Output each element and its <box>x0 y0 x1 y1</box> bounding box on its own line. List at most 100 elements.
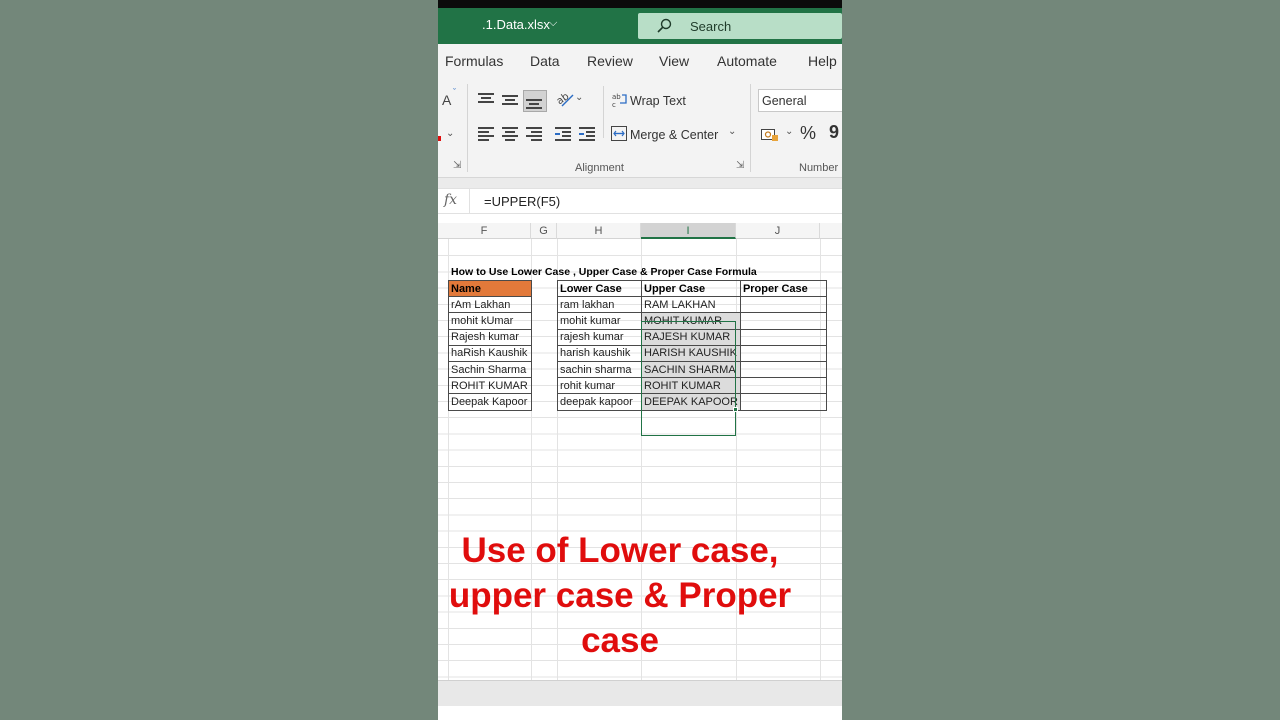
name-header-cell[interactable]: Name <box>448 279 532 298</box>
fill-handle[interactable] <box>733 407 738 412</box>
proper-case-header[interactable]: Proper Case <box>739 279 827 298</box>
fx-icon[interactable]: fx <box>444 192 457 208</box>
align-top-icon[interactable] <box>478 91 496 107</box>
caption-line: Use of Lower case, <box>461 531 779 570</box>
align-center-icon[interactable] <box>502 125 520 141</box>
search-placeholder: Search <box>690 19 732 34</box>
proper-case-cell[interactable] <box>739 393 827 411</box>
proper-case-cell[interactable] <box>739 360 827 379</box>
search-icon <box>657 18 672 33</box>
number-group-label: Number <box>799 162 839 174</box>
merge-center-icon[interactable] <box>611 126 627 141</box>
font-grow-icon[interactable]: A <box>442 92 451 108</box>
number-format-select[interactable]: General <box>758 89 842 112</box>
column-header-g[interactable]: G <box>531 223 557 239</box>
lower-case-header[interactable]: Lower Case <box>557 279 642 298</box>
upper-case-cell[interactable]: RAM LAKHAN <box>641 296 741 314</box>
divider <box>603 86 604 138</box>
merge-center-button[interactable]: Merge & Center <box>630 128 718 142</box>
column-header-j[interactable]: J <box>736 223 820 239</box>
chevron-down-icon[interactable]: ⌄ <box>785 126 793 137</box>
column-header-h[interactable]: H <box>557 223 641 239</box>
decrease-indent-icon[interactable] <box>555 125 573 141</box>
align-right-icon[interactable] <box>526 125 544 141</box>
dialog-launcher-icon[interactable]: ⇲ <box>736 160 744 171</box>
upper-case-cell[interactable]: HARISH KAUSHIK <box>641 344 741 362</box>
upper-case-header[interactable]: Upper Case <box>641 279 741 298</box>
svg-text:c: c <box>612 101 616 108</box>
tab-formulas[interactable]: Formulas <box>445 53 503 69</box>
bottom-margin <box>438 706 842 720</box>
tab-data[interactable]: Data <box>530 53 560 69</box>
column-header-i[interactable]: I <box>641 223 736 239</box>
worksheet-grid[interactable]: How to Use Lower Case , Upper Case & Pro… <box>438 239 842 680</box>
name-cell[interactable]: Sachin Sharma <box>448 360 532 379</box>
chevron-down-icon[interactable]: ⌄ <box>575 92 583 103</box>
name-cell[interactable]: rAm Lakhan <box>448 296 532 314</box>
chevron-down-icon[interactable]: ⌵ <box>549 17 557 30</box>
number-format-value: General <box>762 94 807 108</box>
name-cell[interactable]: mohit kUmar <box>448 312 532 330</box>
lower-case-cell[interactable]: rajesh kumar <box>557 328 642 346</box>
chevron-down-icon[interactable]: ⌄ <box>446 128 454 139</box>
proper-case-cell[interactable] <box>739 344 827 362</box>
tab-help[interactable]: Help <box>808 53 837 69</box>
tab-view[interactable]: View <box>659 53 689 69</box>
tab-review[interactable]: Review <box>587 53 633 69</box>
upper-case-cell[interactable]: ROHIT KUMAR <box>641 377 741 395</box>
formula-bar[interactable]: fx =UPPER(F5) <box>438 188 842 215</box>
upper-case-cell[interactable]: RAJESH KUMAR <box>641 328 741 346</box>
ribbon: A ˇ ⌄ ⇲ ab ⌄ ab c Wrap Text Merge & Cent… <box>438 78 842 178</box>
name-cell[interactable]: Deepak Kapoor <box>448 393 532 411</box>
wrap-text-button[interactable]: Wrap Text <box>630 94 686 108</box>
accounting-format-icon[interactable] <box>761 128 779 142</box>
excel-app-window: .1.Data.xlsx ⌵ Search Formulas Data Revi… <box>438 0 842 720</box>
column-header-k[interactable] <box>820 223 842 239</box>
comma-style-button[interactable]: 9 <box>829 122 839 143</box>
name-table: Name rAm Lakhan mohit kUmar Rajesh kumar… <box>448 279 532 411</box>
wrap-text-icon[interactable]: ab c <box>612 92 628 108</box>
column-headers: F G H I J <box>438 223 842 239</box>
lower-case-cell[interactable]: harish kaushik <box>557 344 642 362</box>
upper-case-cell[interactable]: SACHIN SHARMA <box>641 360 741 379</box>
upper-case-cell[interactable]: DEEPAK KAPOOR <box>641 393 741 411</box>
proper-case-cell[interactable] <box>739 312 827 330</box>
proper-case-cell[interactable] <box>739 377 827 395</box>
increase-indent-icon[interactable] <box>579 125 597 141</box>
divider <box>469 189 470 215</box>
font-color-swatch <box>438 136 441 141</box>
alignment-group-label: Alignment <box>575 162 624 174</box>
caption-line: case <box>581 621 659 660</box>
orientation-icon[interactable]: ab <box>556 90 576 108</box>
search-box[interactable]: Search <box>638 13 842 39</box>
lower-case-cell[interactable]: ram lakhan <box>557 296 642 314</box>
dialog-launcher-icon[interactable]: ⇲ <box>453 160 461 171</box>
percent-style-button[interactable]: % <box>800 123 816 144</box>
svg-text:ab: ab <box>612 93 621 101</box>
ribbon-gap <box>438 178 842 188</box>
align-middle-icon[interactable] <box>502 92 520 108</box>
align-bottom-icon[interactable] <box>526 95 544 111</box>
title-bar: .1.Data.xlsx ⌵ Search <box>438 0 842 44</box>
lower-case-cell[interactable]: sachin sharma <box>557 360 642 379</box>
file-name[interactable]: .1.Data.xlsx <box>482 17 550 32</box>
ribbon-tabs: Formulas Data Review View Automate Help <box>438 44 842 78</box>
upper-case-cell[interactable]: MOHIT KUMAR <box>641 312 741 330</box>
lower-case-cell[interactable]: deepak kapoor <box>557 393 642 411</box>
align-left-icon[interactable] <box>478 125 496 141</box>
video-caption: Use of Lower case, upper case & Proper c… <box>438 528 802 663</box>
proper-case-cell[interactable] <box>739 296 827 314</box>
formula-gap <box>438 214 842 223</box>
name-cell[interactable]: Rajesh kumar <box>448 328 532 346</box>
sheet-tabs-bar[interactable] <box>438 680 842 706</box>
proper-case-cell[interactable] <box>739 328 827 346</box>
column-header-f[interactable]: F <box>438 223 531 239</box>
chevron-down-icon[interactable]: ⌄ <box>728 126 736 137</box>
lower-case-cell[interactable]: rohit kumar <box>557 377 642 395</box>
name-cell[interactable]: ROHIT KUMAR <box>448 377 532 395</box>
tab-automate[interactable]: Automate <box>717 53 777 69</box>
formula-input[interactable]: =UPPER(F5) <box>484 194 560 209</box>
name-cell[interactable]: haRish Kaushik <box>448 344 532 362</box>
lower-case-cell[interactable]: mohit kumar <box>557 312 642 330</box>
sheet-title[interactable]: How to Use Lower Case , Upper Case & Pro… <box>451 266 757 278</box>
